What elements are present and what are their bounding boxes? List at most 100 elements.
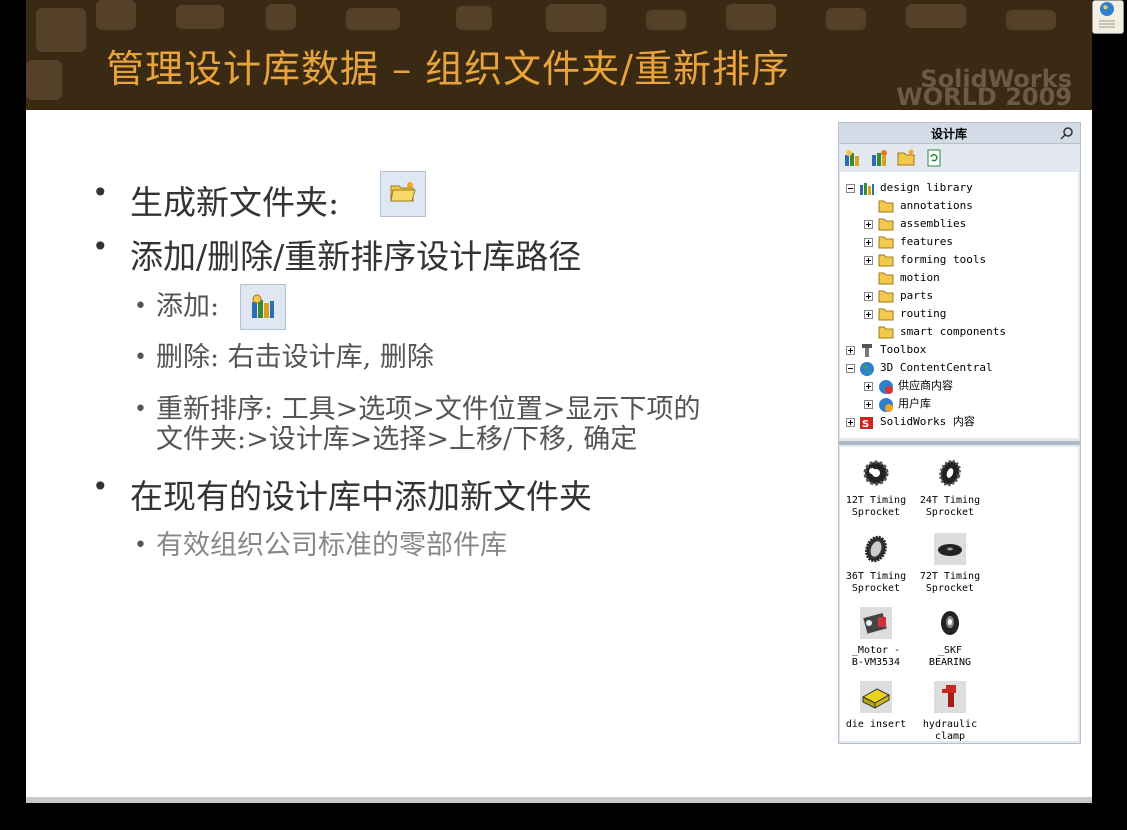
- item-caption: 36T Timing Sprocket: [845, 571, 907, 594]
- sprocket-icon: [939, 459, 961, 487]
- tree-item-label: motion: [900, 271, 940, 284]
- panel-title: 设计库: [930, 127, 967, 141]
- sub-bullet-text: 添加:: [156, 291, 220, 322]
- folder-icon: [878, 236, 894, 249]
- brand-logo: SolidWorks WORLD 2009: [896, 67, 1072, 110]
- collapse-icon[interactable]: [846, 364, 855, 373]
- expand-icon[interactable]: [864, 220, 873, 229]
- die-insert-icon: [860, 681, 892, 713]
- item-caption: 24T Timing Sprocket: [919, 495, 981, 518]
- expand-icon[interactable]: [864, 292, 873, 301]
- add-library-icon: [252, 294, 274, 318]
- tree-item-label: annotations: [900, 199, 973, 212]
- library-items: 12T Timing Sprocket 24T Timing Sprocket …: [840, 447, 1078, 743]
- library-item[interactable]: hydraulic clamp: [914, 681, 986, 743]
- bullet-library-paths: • 添加/删除/重新排序设计库路径: [92, 230, 582, 276]
- panel-splitter[interactable]: [839, 441, 1080, 445]
- library-item[interactable]: _SKF BEARING: [914, 607, 986, 669]
- item-caption: 12T Timing Sprocket: [845, 495, 907, 518]
- add-library-button[interactable]: [240, 284, 286, 330]
- tree-item-label: design library: [880, 181, 973, 194]
- library-item[interactable]: 12T Timing Sprocket: [840, 457, 912, 519]
- sub-bullet-text: 重新排序: 工具>选项>文件位置>显示下项的: [156, 394, 701, 425]
- new-folder-button[interactable]: [380, 171, 426, 217]
- library-item[interactable]: 72T Timing Sprocket: [914, 533, 986, 595]
- title-banner: 管理设计库数据 – 组织文件夹/重新排序 SolidWorks WORLD 20…: [26, 0, 1092, 110]
- expand-icon[interactable]: [864, 238, 873, 247]
- bullet-text: 在现有的设计库中添加新文件夹: [130, 477, 592, 516]
- item-caption: _SKF BEARING: [928, 645, 972, 668]
- globe-icon: [860, 362, 874, 376]
- tree-item-label: routing: [900, 307, 947, 320]
- library-icon: [860, 183, 874, 195]
- folder-icon: [878, 200, 894, 213]
- tree-item-label: parts: [900, 289, 934, 302]
- folder-icon: [878, 218, 894, 231]
- folder-icon: [878, 308, 894, 321]
- sprocket-icon: [934, 533, 966, 565]
- svg-text:S: S: [862, 419, 869, 430]
- bullet-text: 添加/删除/重新排序设计库路径: [130, 237, 582, 276]
- new-folder-icon[interactable]: [897, 149, 915, 167]
- bullet-new-folder: • 生成新文件夹:: [92, 176, 340, 222]
- new-folder-icon: [390, 182, 416, 202]
- panel-header: 设计库: [839, 123, 1080, 144]
- sub-bullet-organize: • 有效组织公司标准的零部件库: [134, 530, 507, 561]
- sub-bullet-reorder-cont: 文件夹:>设计库>选择>上移/下移, 确定: [156, 424, 637, 456]
- bullet-add-folder: • 在现有的设计库中添加新文件夹: [92, 470, 592, 516]
- expand-icon[interactable]: [864, 256, 873, 265]
- globe-icon: [1099, 2, 1115, 28]
- solidworks-icon: S: [860, 417, 873, 430]
- tree-item-label: 用户库: [898, 397, 931, 410]
- library-item[interactable]: 36T Timing Sprocket: [840, 533, 912, 595]
- motor-icon: [860, 607, 892, 639]
- expand-icon[interactable]: [864, 400, 873, 409]
- add-path-icon[interactable]: [871, 149, 889, 167]
- globe-icon: [879, 380, 893, 394]
- slide-title: 管理设计库数据 – 组织文件夹/重新排序: [106, 47, 790, 91]
- item-caption: 72T Timing Sprocket: [919, 571, 981, 594]
- refresh-icon[interactable]: [925, 149, 943, 167]
- collapse-icon[interactable]: [846, 184, 855, 193]
- library-item[interactable]: 24T Timing Sprocket: [914, 457, 986, 519]
- library-item[interactable]: _Motor - B-VM3534: [840, 607, 912, 669]
- tree-item-label: features: [900, 235, 953, 248]
- sub-bullet-add: • 添加:: [134, 291, 220, 322]
- slide: 管理设计库数据 – 组织文件夹/重新排序 SolidWorks WORLD 20…: [26, 0, 1092, 803]
- tree-item-label: assemblies: [900, 217, 967, 230]
- sub-bullet-text: 有效组织公司标准的零部件库: [156, 530, 507, 561]
- tray-badge[interactable]: [1092, 0, 1124, 34]
- pin-icon[interactable]: [1060, 126, 1074, 140]
- brand-line2: WORLD 2009: [896, 83, 1072, 110]
- sub-bullet-text: 删除: 右击设计库, 删除: [156, 342, 434, 373]
- expand-icon[interactable]: [864, 310, 873, 319]
- sub-bullet-delete: • 删除: 右击设计库, 删除: [134, 342, 434, 373]
- folder-icon: [878, 272, 894, 285]
- panel-toolbar: [839, 145, 1080, 169]
- folder-icon: [878, 326, 894, 339]
- globe-icon: [879, 398, 893, 412]
- tree-item-label: 供应商内容: [898, 379, 953, 392]
- toolbox-icon: [862, 344, 872, 357]
- clamp-icon: [934, 681, 966, 713]
- library-tree: design library annotations assemblies fe…: [840, 172, 1078, 438]
- item-caption: hydraulic clamp: [922, 719, 978, 742]
- expand-icon[interactable]: [846, 418, 855, 427]
- tree-item-label: SolidWorks 内容: [880, 415, 975, 428]
- tree-item-label: forming tools: [900, 253, 987, 266]
- folder-icon: [878, 290, 894, 303]
- library-item[interactable]: die insert: [840, 681, 912, 731]
- tree-item-label: Toolbox: [880, 343, 927, 356]
- design-library-panel: 设计库 design library annotations assemblie…: [838, 122, 1081, 744]
- sub-bullet-reorder: • 重新排序: 工具>选项>文件位置>显示下项的: [134, 394, 701, 425]
- tree-item-label: smart components: [900, 325, 1006, 338]
- bearing-icon: [941, 611, 959, 635]
- expand-icon[interactable]: [846, 346, 855, 355]
- sub-bullet-text: 文件夹:>设计库>选择>上移/下移, 确定: [156, 424, 638, 455]
- sprocket-icon: [863, 460, 889, 486]
- expand-icon[interactable]: [864, 382, 873, 391]
- folder-icon: [878, 254, 894, 267]
- add-library-icon[interactable]: [844, 149, 862, 167]
- bullet-text: 生成新文件夹:: [130, 183, 340, 222]
- sprocket-icon: [865, 535, 887, 563]
